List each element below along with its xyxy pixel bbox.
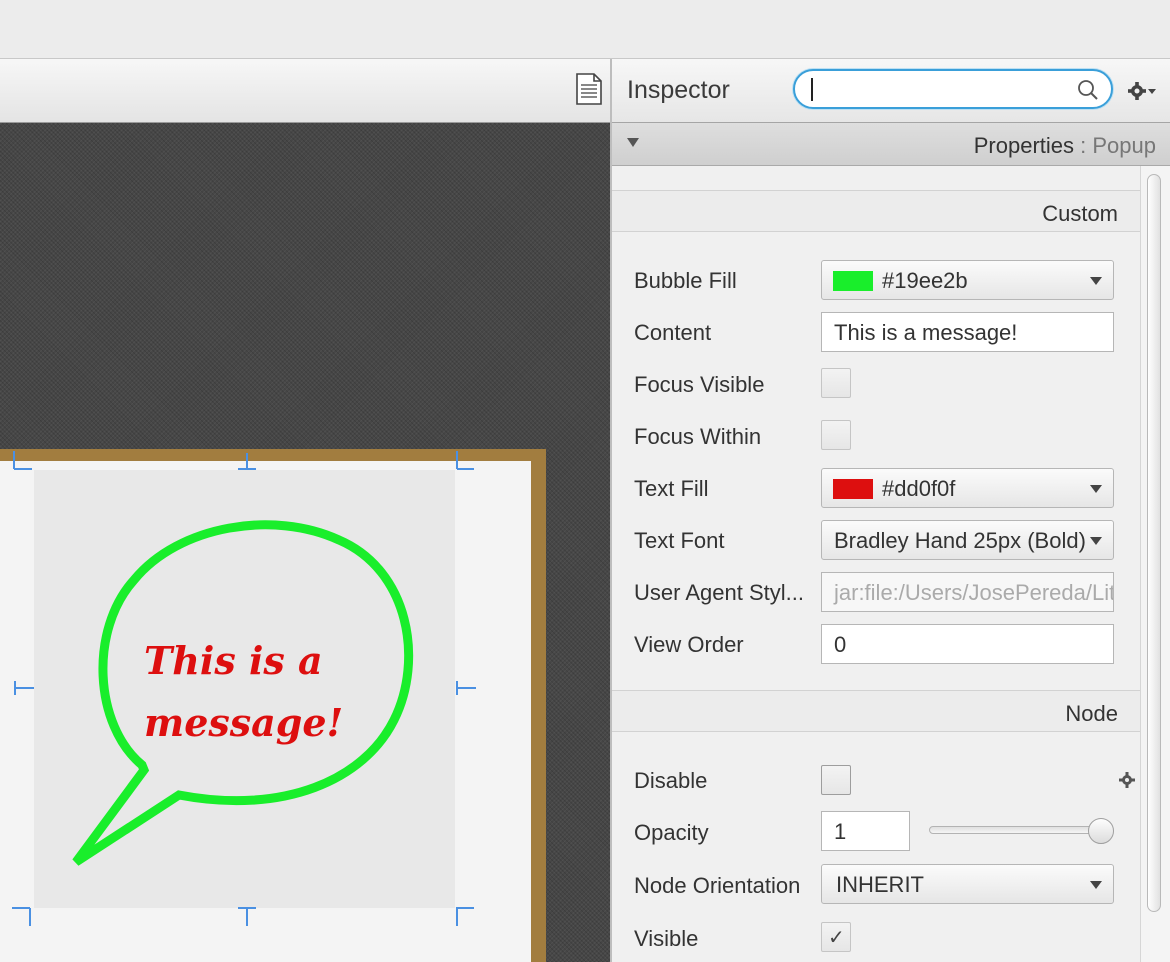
inspector-search-field[interactable] (793, 69, 1113, 109)
text-caret (811, 78, 813, 101)
selected-type-label: Popup (1092, 133, 1156, 158)
bubble-fill-combo[interactable]: #19ee2b (821, 260, 1114, 300)
user-agent-stylesheet-value: jar:file:/Users/JosePereda/Lit (834, 580, 1114, 605)
chevron-down-icon (1090, 881, 1102, 889)
bubble-node[interactable]: This is a message! (34, 470, 455, 908)
collapse-arrow-icon[interactable] (627, 138, 639, 147)
text-fill-value: #dd0f0f (882, 476, 956, 501)
text-fill-swatch (833, 479, 873, 499)
checkmark-icon: ✓ (828, 927, 845, 949)
design-canvas[interactable]: This is a message! (0, 123, 610, 962)
canvas-toolbar (0, 59, 610, 123)
section-custom-label: Custom (1042, 201, 1118, 226)
properties-separator: : (1074, 133, 1093, 158)
focus-visible-label: Focus Visible (634, 372, 765, 397)
user-agent-stylesheet-label: User Agent Styl... (634, 580, 804, 605)
disable-label: Disable (634, 768, 708, 793)
bubble-message-text: This is a message! (144, 638, 344, 745)
text-font-combo[interactable]: Bradley Hand 25px (Bold) (821, 520, 1114, 560)
section-custom-header[interactable]: Custom (612, 190, 1140, 232)
view-order-field[interactable]: 0 (821, 624, 1114, 664)
visible-checkbox[interactable]: ✓ (821, 922, 851, 952)
gear-icon[interactable] (1118, 771, 1136, 789)
content-field[interactable]: This is a message! (821, 312, 1114, 352)
selection-handle-bottom-right[interactable] (454, 906, 476, 928)
user-agent-stylesheet-field: jar:file:/Users/JosePereda/Lit (821, 572, 1114, 612)
view-order-label: View Order (634, 632, 744, 657)
focus-within-checkbox[interactable] (821, 420, 851, 450)
search-icon (1078, 80, 1098, 100)
text-font-label: Text Font (634, 528, 725, 553)
selection-handle-bottom-left[interactable] (12, 906, 34, 928)
section-node-header[interactable]: Node (612, 690, 1140, 732)
node-orientation-value: INHERIT (836, 872, 924, 897)
opacity-label: Opacity (634, 820, 709, 845)
text-fill-label: Text Fill (634, 476, 709, 501)
node-orientation-combo[interactable]: INHERIT (821, 864, 1114, 904)
opacity-field[interactable]: 1 (821, 811, 910, 851)
properties-title: Properties : Popup (974, 133, 1156, 159)
document-icon[interactable] (575, 73, 603, 105)
properties-label: Properties (973, 133, 1075, 158)
disable-checkbox[interactable] (821, 765, 851, 795)
gear-menu-icon[interactable] (1127, 80, 1157, 102)
opacity-value[interactable]: 1 (834, 819, 846, 845)
bubble-fill-swatch (833, 271, 873, 291)
text-fill-combo[interactable]: #dd0f0f (821, 468, 1114, 508)
view-order-value[interactable]: 0 (834, 632, 846, 658)
selection-handle-middle-left[interactable] (12, 679, 36, 697)
scrollbar-thumb[interactable] (1147, 174, 1161, 912)
content-value[interactable]: This is a message! (834, 320, 1017, 346)
bubble-fill-label: Bubble Fill (634, 268, 737, 293)
selection-handle-top-center[interactable] (236, 451, 258, 471)
opacity-slider-thumb[interactable] (1088, 818, 1114, 844)
focus-within-label: Focus Within (634, 424, 762, 449)
selection-handle-bottom-center[interactable] (236, 906, 258, 928)
chevron-down-icon (1090, 485, 1102, 493)
focus-visible-checkbox[interactable] (821, 368, 851, 398)
selection-handle-middle-right[interactable] (454, 679, 478, 697)
selection-handle-top-left[interactable] (12, 451, 34, 471)
node-orientation-label: Node Orientation (634, 873, 801, 898)
inspector-title: Inspector (627, 76, 730, 104)
section-node-label: Node (1065, 701, 1118, 726)
chevron-down-icon (1090, 277, 1102, 285)
content-label: Content (634, 320, 712, 345)
chevron-down-icon (1090, 537, 1102, 545)
text-font-value: Bradley Hand 25px (Bold) (834, 528, 1086, 553)
opacity-slider-track[interactable] (929, 826, 1109, 834)
selection-handle-top-right[interactable] (454, 451, 476, 471)
visible-label: Visible (634, 926, 699, 951)
bubble-fill-value: #19ee2b (882, 268, 968, 293)
window-title-bar (0, 0, 1170, 59)
